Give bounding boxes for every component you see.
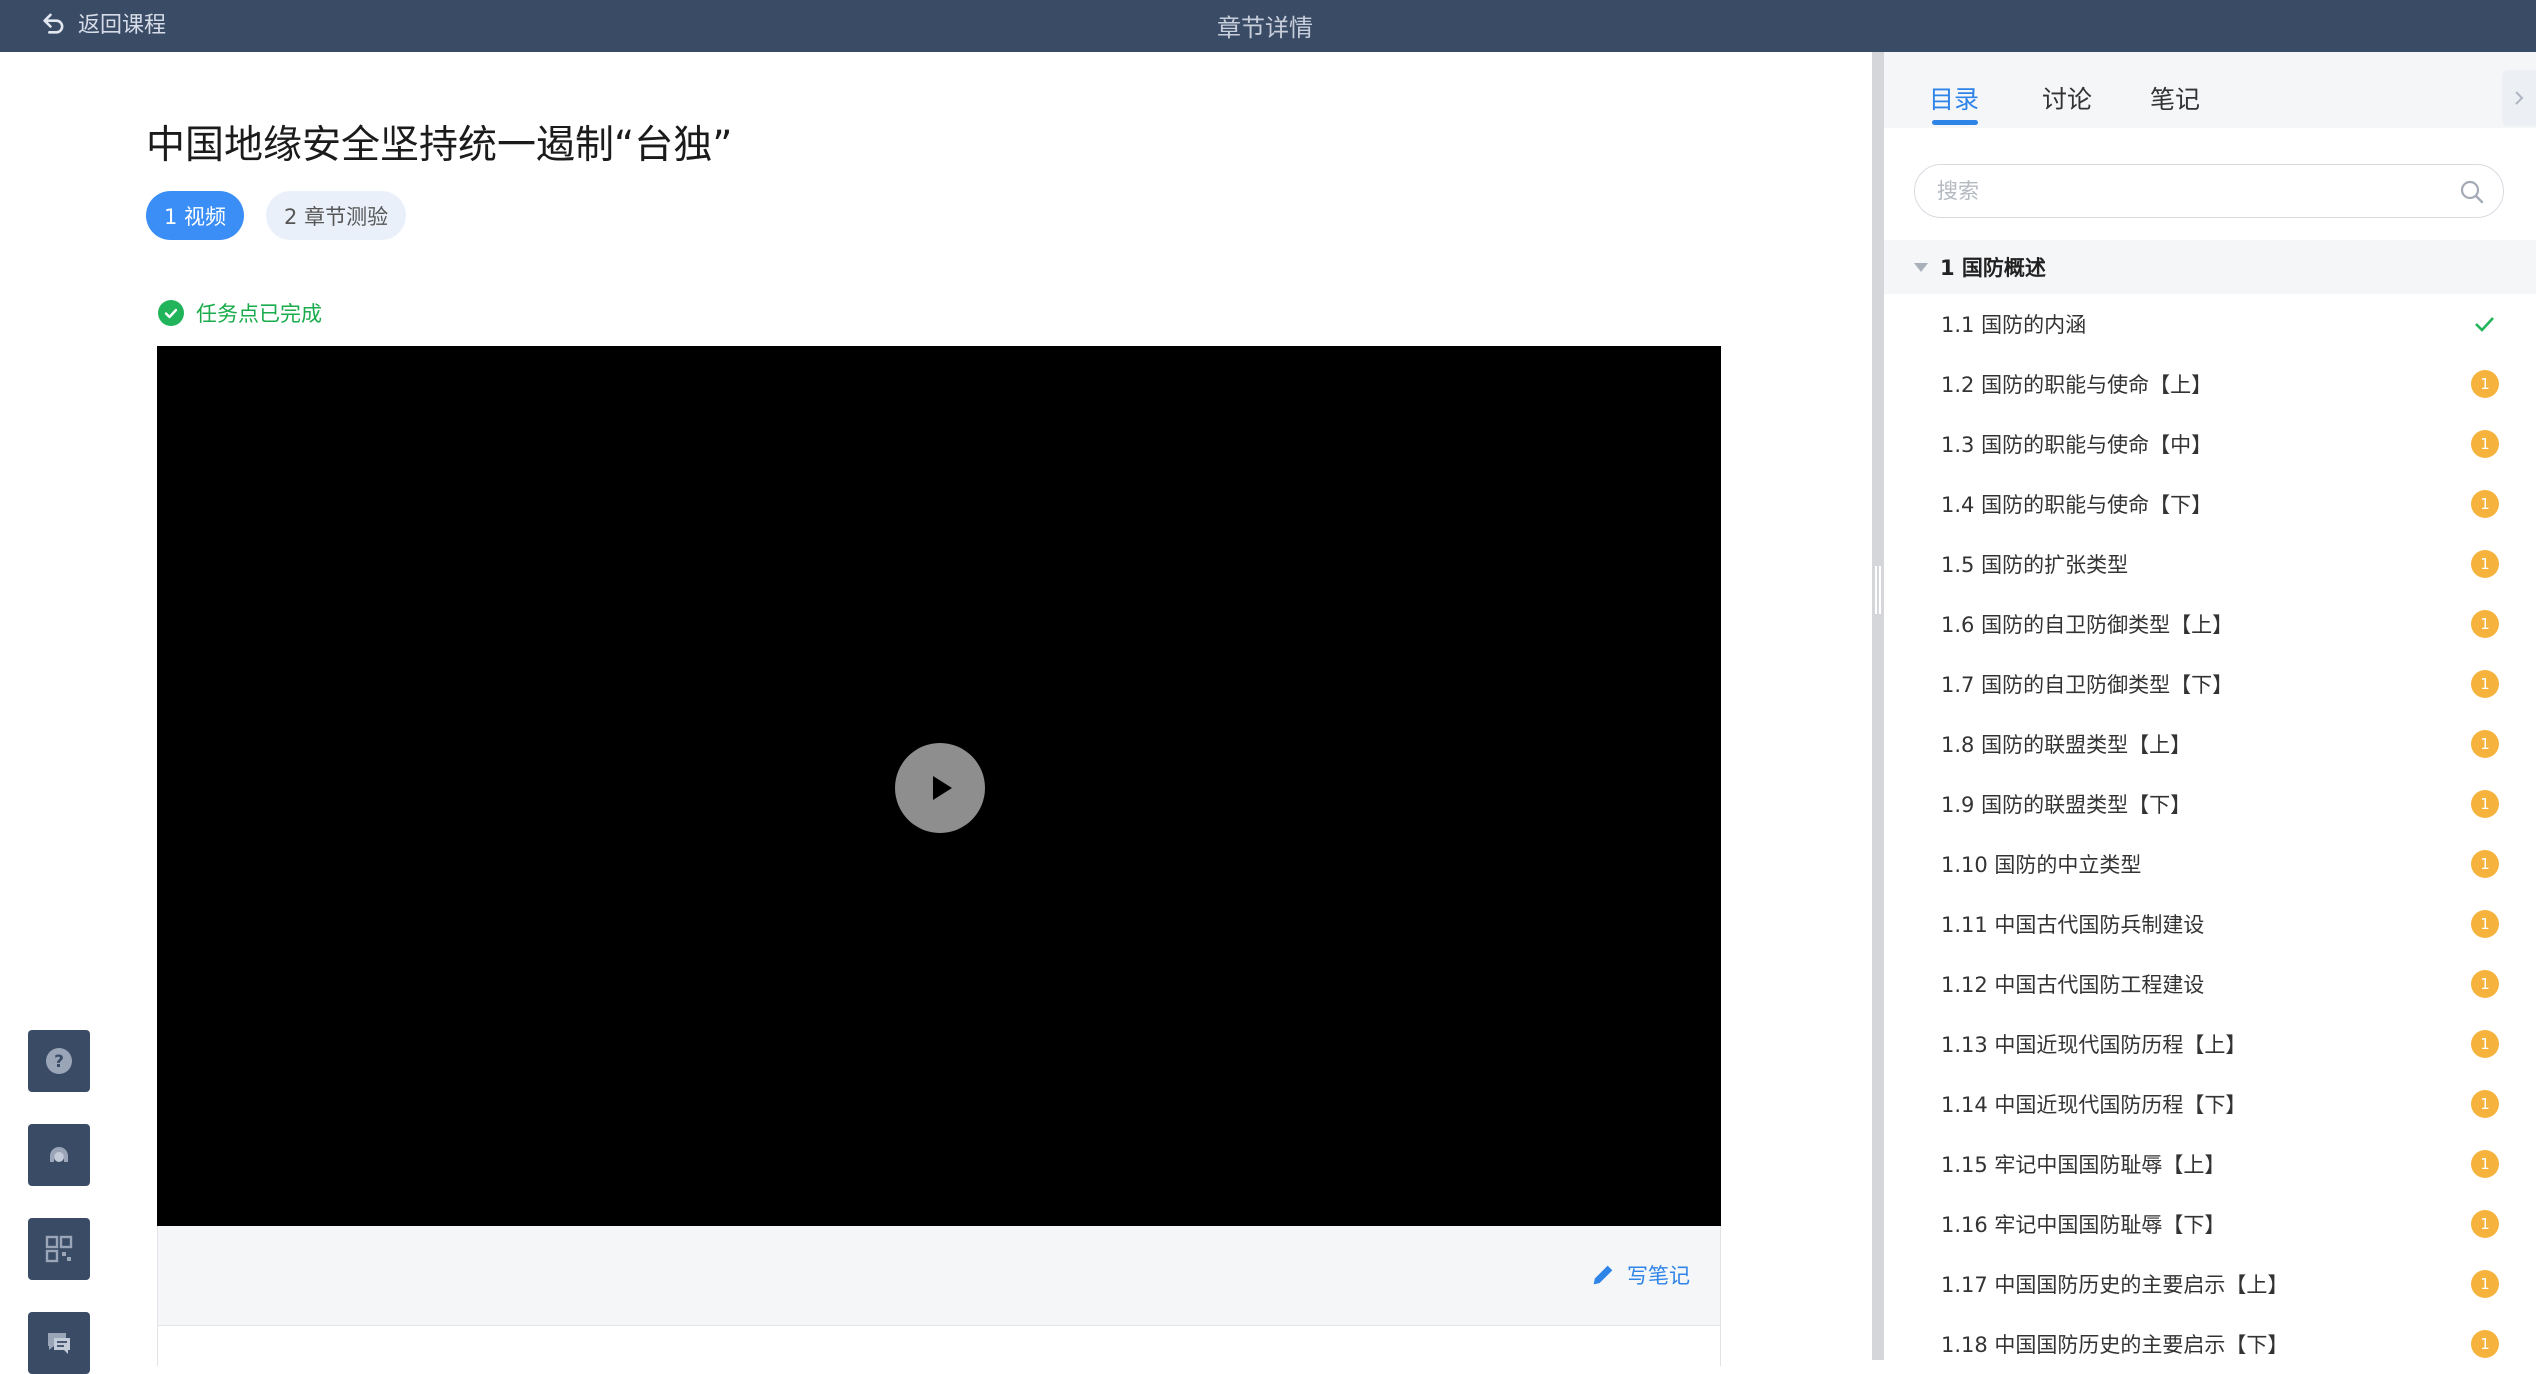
video-player[interactable] <box>157 346 1721 1226</box>
content-below-video <box>157 1326 1721 1366</box>
lesson-item[interactable]: 1.12 中国古代国防工程建设 1 <box>1884 954 2536 1014</box>
task-status-label: 任务点已完成 <box>196 302 322 326</box>
tab-discussion[interactable]: 讨论 <box>2042 80 2092 116</box>
lesson-item[interactable]: 1.10 国防的中立类型 1 <box>1884 834 2536 894</box>
pending-task-badge: 1 <box>2471 790 2499 818</box>
pending-task-badge: 1 <box>2471 1090 2499 1118</box>
caret-down-icon <box>1914 262 1928 272</box>
pending-task-badge: 1 <box>2471 850 2499 878</box>
tab-catalog[interactable]: 目录 <box>1929 80 1979 116</box>
pending-task-badge: 1 <box>2471 1150 2499 1178</box>
chevron-right-icon <box>2515 91 2524 105</box>
pending-task-badge: 1 <box>2471 1030 2499 1058</box>
tab-chapter-quiz[interactable]: 2 章节测验 <box>266 191 407 240</box>
pending-task-badge: 1 <box>2471 610 2499 638</box>
lesson-label: 1.6 国防的自卫防御类型【上】 <box>1941 613 2234 637</box>
section-header[interactable]: 1 国防概述 <box>1884 240 2536 294</box>
pending-task-badge: 1 <box>2471 910 2499 938</box>
tab-video[interactable]: 1 视频 <box>146 191 245 240</box>
grip-icon <box>1875 566 1881 614</box>
search-input[interactable] <box>1937 165 2437 217</box>
lesson-item[interactable]: 1.7 国防的自卫防御类型【下】 1 <box>1884 654 2536 714</box>
lesson-item[interactable]: 1.1 国防的内涵 <box>1884 294 2536 354</box>
lesson-item[interactable]: 1.4 国防的职能与使命【下】 1 <box>1884 474 2536 534</box>
page-title: 章节详情 <box>1217 14 1313 42</box>
lesson-label: 1.5 国防的扩张类型 <box>1941 553 2129 577</box>
lesson-label: 1.13 中国近现代国防历程【上】 <box>1941 1033 2247 1057</box>
lesson-item[interactable]: 1.2 国防的职能与使命【上】 1 <box>1884 354 2536 414</box>
write-note-button[interactable]: 写笔记 <box>1589 1260 1690 1290</box>
lesson-label: 1.1 国防的内涵 <box>1941 313 2087 337</box>
pending-task-badge: 1 <box>2471 1270 2499 1298</box>
pending-task-badge: 1 <box>2471 370 2499 398</box>
lesson-label: 1.10 国防的中立类型 <box>1941 853 2142 877</box>
panel-resize-handle[interactable] <box>1872 52 1884 1360</box>
lesson-label: 1.14 中国近现代国防历程【下】 <box>1941 1093 2247 1117</box>
task-status: 任务点已完成 <box>158 298 322 328</box>
lesson-item[interactable]: 1.3 国防的职能与使命【中】 1 <box>1884 414 2536 474</box>
lesson-item[interactable]: 1.11 中国古代国防兵制建设 1 <box>1884 894 2536 954</box>
lesson-list: 1.1 国防的内涵 1.2 国防的职能与使命【上】 1 1.3 国防的职能与使命【中】… <box>1884 294 2536 1360</box>
lesson-label: 1.7 国防的自卫防御类型【下】 <box>1941 673 2234 697</box>
lesson-label: 1.2 国防的职能与使命【上】 <box>1941 373 2213 397</box>
pending-task-badge: 1 <box>2471 970 2499 998</box>
help-button[interactable]: ? <box>28 1030 90 1092</box>
lesson-item[interactable]: 1.14 中国近现代国防历程【下】 1 <box>1884 1074 2536 1134</box>
top-bar: 返回课程 章节详情 <box>0 0 2536 52</box>
lesson-label: 1.15 牢记中国国防耻辱【上】 <box>1941 1153 2226 1177</box>
sidebar-tabs: 目录 讨论 笔记 <box>1884 52 2536 128</box>
pencil-icon <box>1593 1265 1613 1285</box>
lesson-label: 1.8 国防的联盟类型【上】 <box>1941 733 2192 757</box>
pending-task-badge: 1 <box>2471 670 2499 698</box>
play-icon <box>933 776 952 800</box>
content-tabs: 1 视频 2 章节测验 <box>146 191 407 240</box>
lesson-item[interactable]: 1.18 中国国防历史的主要启示【下】 1 <box>1884 1314 2536 1360</box>
lesson-item[interactable]: 1.9 国防的联盟类型【下】 1 <box>1884 774 2536 834</box>
main-content: 中国地缘安全坚持统一遏制“台独” 1 视频 2 章节测验 任务点已完成 写笔记 <box>0 52 1872 1374</box>
feedback-icon <box>48 1333 70 1354</box>
tab-notes[interactable]: 笔记 <box>2150 80 2200 116</box>
svg-text:?: ? <box>54 1052 64 1072</box>
pending-task-badge: 1 <box>2471 730 2499 758</box>
check-icon <box>2475 317 2494 332</box>
lesson-label: 1.9 国防的联盟类型【下】 <box>1941 793 2192 817</box>
lesson-label: 1.16 牢记中国国防耻辱【下】 <box>1941 1213 2226 1237</box>
lesson-label: 1.11 中国古代国防兵制建设 <box>1941 913 2205 937</box>
qr-code-icon <box>45 1235 73 1263</box>
lesson-item[interactable]: 1.13 中国近现代国防历程【上】 1 <box>1884 1014 2536 1074</box>
lesson-item[interactable]: 1.15 牢记中国国防耻辱【上】 1 <box>1884 1134 2536 1194</box>
sidebar: 目录 讨论 笔记 1 国防概述 1.1 国防的内涵 1.2 国防的职能与使命【上】… <box>1884 52 2536 1360</box>
pending-task-badge: 1 <box>2471 490 2499 518</box>
feedback-button[interactable] <box>28 1312 90 1374</box>
pending-task-badge: 1 <box>2471 550 2499 578</box>
lesson-label: 1.3 国防的职能与使命【中】 <box>1941 433 2213 457</box>
lesson-label: 1.12 中国古代国防工程建设 <box>1941 973 2205 997</box>
lesson-item[interactable]: 1.8 国防的联盟类型【上】 1 <box>1884 714 2536 774</box>
lesson-label: 1.18 中国国防历史的主要启示【下】 <box>1941 1333 2289 1357</box>
customer-service-button[interactable] <box>28 1124 90 1186</box>
chapter-title: 中国地缘安全坚持统一遏制“台独” <box>146 123 733 168</box>
lesson-item[interactable]: 1.16 牢记中国国防耻辱【下】 1 <box>1884 1194 2536 1254</box>
note-bar: 写笔记 <box>157 1226 1721 1326</box>
pending-task-badge: 1 <box>2471 1210 2499 1238</box>
play-button[interactable] <box>895 743 985 833</box>
customer-service-icon <box>50 1147 68 1162</box>
lesson-item[interactable]: 1.6 国防的自卫防御类型【上】 1 <box>1884 594 2536 654</box>
lesson-item[interactable]: 1.5 国防的扩张类型 1 <box>1884 534 2536 594</box>
section-title: 1 国防概述 <box>1940 256 2046 280</box>
qr-code-button[interactable] <box>28 1218 90 1280</box>
pending-task-badge: 1 <box>2471 1330 2499 1358</box>
pending-task-badge: 1 <box>2471 430 2499 458</box>
catalog-search <box>1914 164 2504 218</box>
collapse-sidebar-button[interactable] <box>2502 70 2536 126</box>
search-icon[interactable] <box>2459 179 2485 205</box>
lesson-label: 1.17 中国国防历史的主要启示【上】 <box>1941 1273 2289 1297</box>
check-circle-icon <box>158 300 184 326</box>
floating-tools: ? <box>28 1030 90 1374</box>
help-icon: ? <box>46 1048 72 1074</box>
write-note-label: 写笔记 <box>1627 1264 1690 1288</box>
lesson-item[interactable]: 1.17 中国国防历史的主要启示【上】 1 <box>1884 1254 2536 1314</box>
active-tab-indicator <box>1932 120 1978 125</box>
lesson-label: 1.4 国防的职能与使命【下】 <box>1941 493 2213 517</box>
